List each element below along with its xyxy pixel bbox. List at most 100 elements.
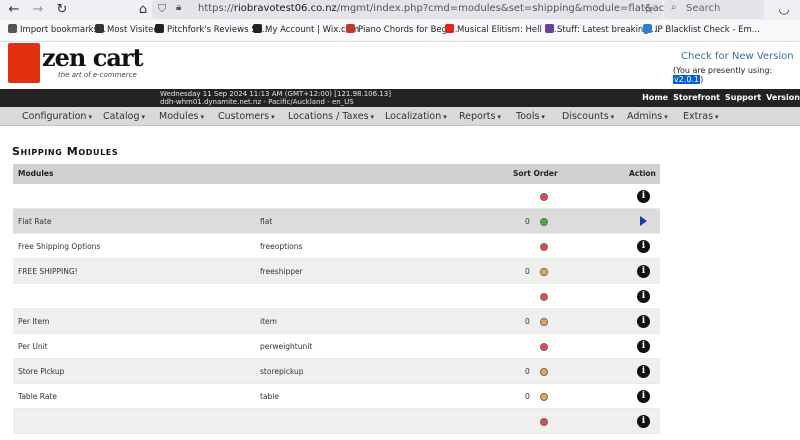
datetime-line: Wednesday 11 Sep 2024 11:13 AM (GMT+12:0…: [160, 90, 391, 98]
table-row[interactable]: Per Unit perweightunit i: [13, 334, 660, 359]
status-amber-icon: [540, 368, 548, 376]
search-icon: ⌕: [671, 2, 677, 13]
bookmark-item[interactable]: IP Blacklist Check - Em...: [643, 24, 760, 35]
table-row[interactable]: Table Rate table 0 i: [13, 384, 660, 409]
home-icon[interactable]: ⌂: [133, 0, 153, 20]
forward-arrow-icon[interactable]: →: [28, 0, 48, 20]
logo-text[interactable]: zen cart: [42, 43, 144, 72]
bookmark-item[interactable]: Piano Chords for Begi...: [346, 24, 458, 35]
menu-item[interactable]: Customers ▾: [218, 111, 275, 122]
bookmarks-bar: Import bookmarks... Most Visited Pitchfork…: [0, 20, 800, 42]
gear-icon: [95, 24, 104, 33]
table-row[interactable]: Store Pickup storepickup 0 i: [13, 359, 660, 384]
version-number: v2.0.1: [673, 75, 701, 84]
table-row[interactable]: i: [13, 184, 660, 209]
piano-icon: [346, 24, 355, 33]
selected-arrow-icon[interactable]: [640, 216, 647, 226]
chevron-down-icon: ▾: [497, 113, 501, 121]
pitchfork-icon: [155, 24, 164, 33]
header-links: Home Storefront Support Version: [637, 93, 800, 102]
search-input[interactable]: ⌕ Search: [664, 0, 764, 19]
bookmark-label: My Account | Wix.com: [265, 25, 360, 35]
module-title: FREE SHIPPING!: [18, 267, 78, 276]
table-row[interactable]: Per Item item 0 i: [13, 309, 660, 334]
menu-item[interactable]: Extras ▾: [683, 111, 719, 122]
menu-item[interactable]: Reports ▾: [459, 111, 501, 122]
status-red-icon: [540, 418, 548, 426]
menu-item-label: Localization: [385, 111, 442, 122]
bookmark-item[interactable]: My Account | Wix.com: [253, 24, 359, 35]
reload-icon[interactable]: ↻: [52, 0, 72, 20]
support-link[interactable]: Support: [725, 93, 761, 102]
menu-item[interactable]: Configuration ▾: [22, 111, 92, 122]
sort-order-value: 0: [525, 267, 530, 276]
menu-item-label: Reports: [459, 111, 496, 122]
info-icon[interactable]: i: [637, 365, 650, 378]
browser-toolbar: ← → ↻ ⌂ ⛉ 🔒︎ https://riobravotest06.co.n…: [0, 0, 800, 20]
check-version-link[interactable]: Check for New Version: [681, 51, 794, 62]
menu-item[interactable]: Tools ▾: [516, 111, 545, 122]
info-icon[interactable]: i: [637, 290, 650, 303]
module-title: Flat Rate: [18, 217, 52, 226]
storefront-link[interactable]: Storefront: [673, 93, 720, 102]
chevron-down-icon: ▾: [541, 113, 545, 121]
bookmark-label: IP Blacklist Check - Em...: [655, 25, 760, 35]
menu-item[interactable]: Discounts ▾: [562, 111, 614, 122]
chevron-down-icon: ▾: [370, 113, 375, 121]
zen-cart-logo-icon[interactable]: [8, 43, 40, 83]
chevron-down-icon: ▾: [88, 113, 92, 121]
status-red-icon: [540, 243, 548, 251]
sort-order-value: 0: [525, 317, 530, 326]
menu-item[interactable]: Modules ▾: [159, 111, 204, 122]
url-text[interactable]: https://riobravotest06.co.nz/mgmt/index.…: [198, 3, 711, 14]
info-icon[interactable]: i: [637, 340, 650, 353]
sort-order-value: 0: [525, 392, 530, 401]
version-link[interactable]: Version: [766, 93, 800, 102]
status-red-icon: [540, 293, 548, 301]
lock-icon[interactable]: 🔒︎: [176, 2, 181, 13]
chevron-down-icon: ▾: [200, 113, 205, 121]
account-icon[interactable]: ◡: [774, 0, 794, 20]
home-link[interactable]: Home: [642, 93, 668, 102]
chevron-down-icon: ▾: [141, 113, 145, 121]
bookmark-star-icon[interactable]: ☆: [643, 2, 654, 16]
url-bar[interactable]: ⛉ 🔒︎ https://riobravotest06.co.nz/mgmt/i…: [152, 0, 711, 19]
module-title: Per Item: [18, 317, 50, 326]
info-icon[interactable]: i: [637, 415, 650, 428]
table-row[interactable]: FREE SHIPPING! freeshipper 0 i: [13, 259, 660, 284]
menu-item[interactable]: Admins ▾: [627, 111, 668, 122]
header-sort-order: Sort Order: [513, 169, 558, 178]
info-icon[interactable]: i: [637, 265, 650, 278]
version-suffix: ): [700, 75, 704, 84]
info-icon[interactable]: i: [637, 315, 650, 328]
shield-icon[interactable]: ⛉: [158, 2, 166, 16]
table-row[interactable]: Free Shipping Options freeoptions i: [13, 234, 660, 259]
table-row[interactable]: i: [13, 284, 660, 309]
header-modules: Modules: [18, 169, 54, 178]
logo-tagline: the art of e-commerce: [58, 71, 137, 79]
module-code: table: [260, 392, 279, 401]
module-title: Store Pickup: [18, 367, 65, 376]
menu-item-label: Extras: [683, 111, 714, 122]
module-title: Table Rate: [18, 392, 57, 401]
chevron-down-icon: ▾: [610, 113, 615, 121]
bookmark-label: Most Visited: [107, 25, 159, 35]
info-icon[interactable]: i: [637, 390, 650, 403]
status-red-icon: [540, 343, 548, 351]
menu-item[interactable]: Localization ▾: [385, 111, 447, 122]
menu-item[interactable]: Locations / Taxes ▾: [288, 111, 374, 122]
status-amber-icon: [540, 393, 548, 401]
sort-order-value: 0: [525, 367, 530, 376]
info-icon[interactable]: i: [637, 190, 650, 203]
table-row[interactable]: i: [13, 409, 660, 434]
bookmark-item[interactable]: Import bookmarks...: [8, 24, 106, 35]
bookmark-item[interactable]: Most Visited: [95, 24, 159, 35]
table-row[interactable]: Flat Rate flat 0: [13, 209, 660, 234]
back-arrow-icon[interactable]: ←: [4, 0, 24, 20]
menu-item[interactable]: Catalog ▾: [103, 111, 145, 122]
search-placeholder: Search: [686, 3, 721, 14]
module-code: flat: [260, 217, 273, 226]
info-icon[interactable]: i: [637, 240, 650, 253]
chevron-down-icon: ▾: [715, 113, 719, 121]
status-amber-icon: [540, 268, 548, 276]
